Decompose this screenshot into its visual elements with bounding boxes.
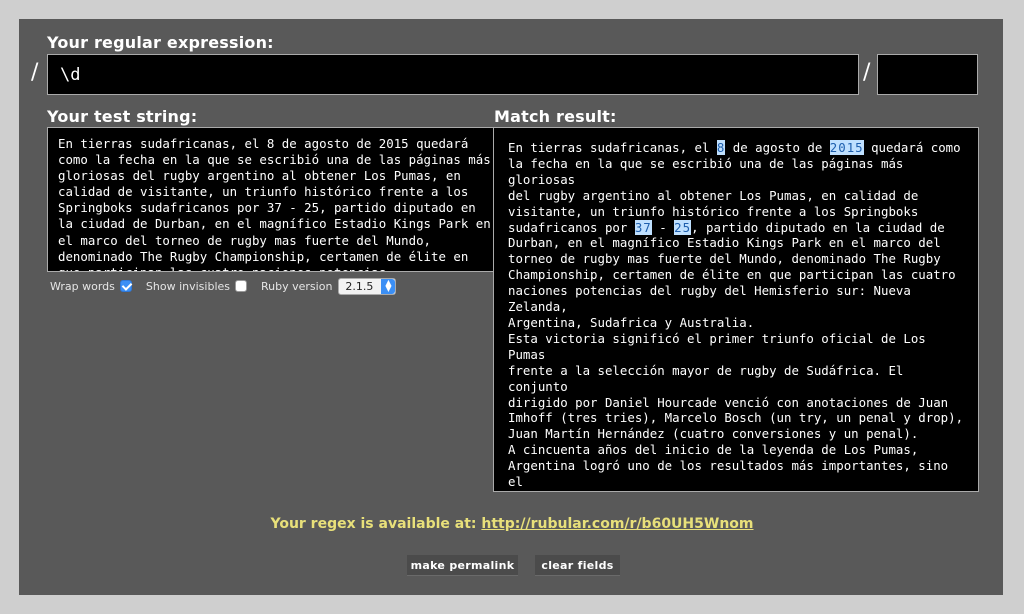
show-invisibles-option[interactable]: Show invisibles bbox=[145, 279, 248, 293]
show-invisibles-label: Show invisibles bbox=[145, 279, 231, 293]
wrap-words-checkbox[interactable] bbox=[119, 280, 132, 292]
test-string-label: Your test string: bbox=[47, 107, 198, 126]
clear-fields-button[interactable]: clear fields bbox=[535, 555, 620, 575]
ruby-version-value: 2.1.5 bbox=[345, 279, 374, 293]
regex-close-slash: / bbox=[863, 60, 871, 85]
test-string-textarea[interactable]: En tierras sudafricanas, el 8 de agosto … bbox=[47, 127, 502, 272]
regex-flags-input[interactable] bbox=[877, 54, 978, 95]
permalink-link[interactable]: http://rubular.com/r/b60UH5Wnom bbox=[481, 516, 753, 532]
match-text-segment: En tierras sudafricanas, el bbox=[508, 140, 717, 155]
match-highlight: 25 bbox=[674, 219, 692, 235]
make-permalink-button[interactable]: make permalink bbox=[407, 555, 518, 575]
regex-open-slash: / bbox=[31, 60, 39, 85]
permalink-prefix: Your regex is available at: bbox=[270, 516, 477, 532]
match-text-segment: , partido diputado en la ciudad de Durba… bbox=[508, 219, 964, 491]
regex-input[interactable]: \d bbox=[47, 54, 859, 95]
match-text-segment: - bbox=[651, 219, 675, 235]
permalink-notice: Your regex is available at: http://rubul… bbox=[0, 516, 1024, 532]
regex-label: Your regular expression: bbox=[47, 33, 274, 52]
select-arrows-icon: ▲ ▼ bbox=[381, 278, 396, 294]
show-invisibles-checkbox[interactable] bbox=[235, 280, 248, 292]
match-highlight: 2015 bbox=[829, 140, 864, 155]
wrap-words-label: Wrap words bbox=[50, 279, 115, 293]
match-highlight: 37 bbox=[634, 219, 652, 235]
ruby-version-option: Ruby version 2.1.5 ▲ ▼ bbox=[261, 277, 397, 295]
match-result-output: En tierras sudafricanas, el 8 de agosto … bbox=[493, 127, 979, 492]
match-result-label: Match result: bbox=[494, 107, 617, 126]
options-bar: Wrap words Show invisibles Ruby version … bbox=[50, 277, 410, 295]
ruby-version-label: Ruby version bbox=[261, 279, 333, 293]
ruby-version-select[interactable]: 2.1.5 ▲ ▼ bbox=[338, 277, 397, 295]
wrap-words-option[interactable]: Wrap words bbox=[50, 280, 132, 293]
match-text-segment: de agosto de bbox=[725, 140, 830, 155]
